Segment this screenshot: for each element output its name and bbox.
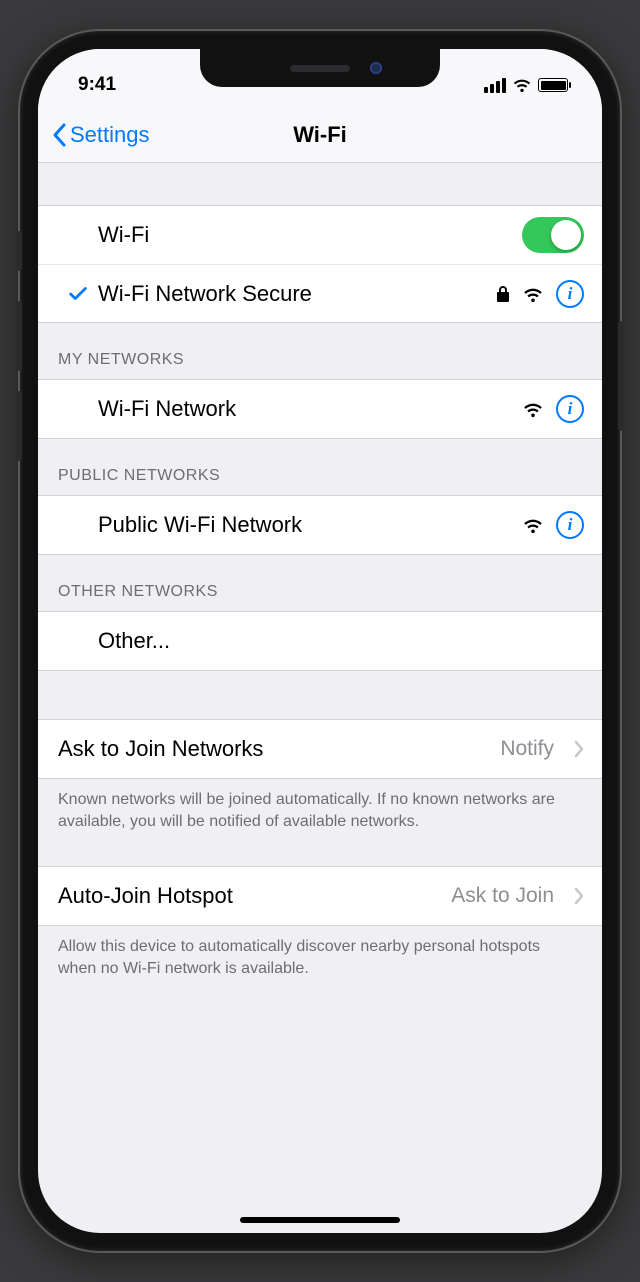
wifi-signal-icon <box>522 516 544 534</box>
connected-network-name: Wi-Fi Network Secure <box>98 281 496 307</box>
auto-join-group: Auto-Join Hotspot Ask to Join <box>38 866 602 926</box>
my-networks-group: Wi-Fi Network i <box>38 379 602 439</box>
auto-join-label: Auto-Join Hotspot <box>58 883 451 909</box>
device-frame: 9:41 Settings Wi-Fi Wi-Fi <box>20 31 620 1251</box>
info-button[interactable]: i <box>556 280 584 308</box>
ask-join-footer: Known networks will be joined automatica… <box>38 779 602 832</box>
ask-join-group: Ask to Join Networks Notify <box>38 719 602 779</box>
mute-switch <box>16 231 22 271</box>
wifi-signal-icon <box>522 285 544 303</box>
network-row[interactable]: Wi-Fi Network i <box>38 380 602 438</box>
network-name: Wi-Fi Network <box>98 396 522 422</box>
auto-join-footer: Allow this device to automatically disco… <box>38 926 602 979</box>
network-name: Public Wi-Fi Network <box>98 512 522 538</box>
back-label: Settings <box>70 122 150 148</box>
chevron-right-icon <box>574 740 584 758</box>
cellular-signal-icon <box>484 78 506 93</box>
status-indicators <box>484 75 568 95</box>
other-networks-group: Other... <box>38 611 602 671</box>
wifi-status-icon <box>512 75 532 95</box>
notch <box>200 49 440 87</box>
wifi-toggle-switch[interactable] <box>522 217 584 253</box>
section-header-public-networks: PUBLIC NETWORKS <box>38 439 602 495</box>
front-camera <box>370 62 382 74</box>
ask-join-label: Ask to Join Networks <box>58 736 500 762</box>
screen: 9:41 Settings Wi-Fi Wi-Fi <box>38 49 602 1233</box>
speaker-grille <box>290 65 350 72</box>
other-network-row[interactable]: Other... <box>38 612 602 670</box>
home-indicator[interactable] <box>240 1217 400 1223</box>
info-button[interactable]: i <box>556 511 584 539</box>
lock-icon <box>496 285 510 303</box>
wifi-toggle-row: Wi-Fi <box>38 206 602 264</box>
chevron-left-icon <box>52 123 66 147</box>
side-button <box>618 321 624 431</box>
section-header-my-networks: MY NETWORKS <box>38 323 602 379</box>
checkmark-icon <box>67 283 89 305</box>
volume-up-button <box>16 301 22 371</box>
wifi-main-group: Wi-Fi Wi-Fi Network Secure <box>38 205 602 323</box>
volume-down-button <box>16 391 22 461</box>
content: Wi-Fi Wi-Fi Network Secure <box>38 163 602 979</box>
navigation-bar: Settings Wi-Fi <box>38 107 602 163</box>
connected-network-row[interactable]: Wi-Fi Network Secure i <box>38 264 602 322</box>
public-networks-group: Public Wi-Fi Network i <box>38 495 602 555</box>
section-header-other-networks: OTHER NETWORKS <box>38 555 602 611</box>
wifi-toggle-label: Wi-Fi <box>98 222 522 248</box>
ask-join-value: Notify <box>500 737 554 761</box>
back-button[interactable]: Settings <box>52 122 150 148</box>
status-time: 9:41 <box>78 74 116 96</box>
chevron-right-icon <box>574 887 584 905</box>
battery-icon <box>538 78 568 92</box>
info-button[interactable]: i <box>556 395 584 423</box>
network-row[interactable]: Public Wi-Fi Network i <box>38 496 602 554</box>
other-label: Other... <box>98 628 584 654</box>
auto-join-row[interactable]: Auto-Join Hotspot Ask to Join <box>38 867 602 925</box>
auto-join-value: Ask to Join <box>451 884 554 908</box>
ask-join-row[interactable]: Ask to Join Networks Notify <box>38 720 602 778</box>
wifi-signal-icon <box>522 400 544 418</box>
